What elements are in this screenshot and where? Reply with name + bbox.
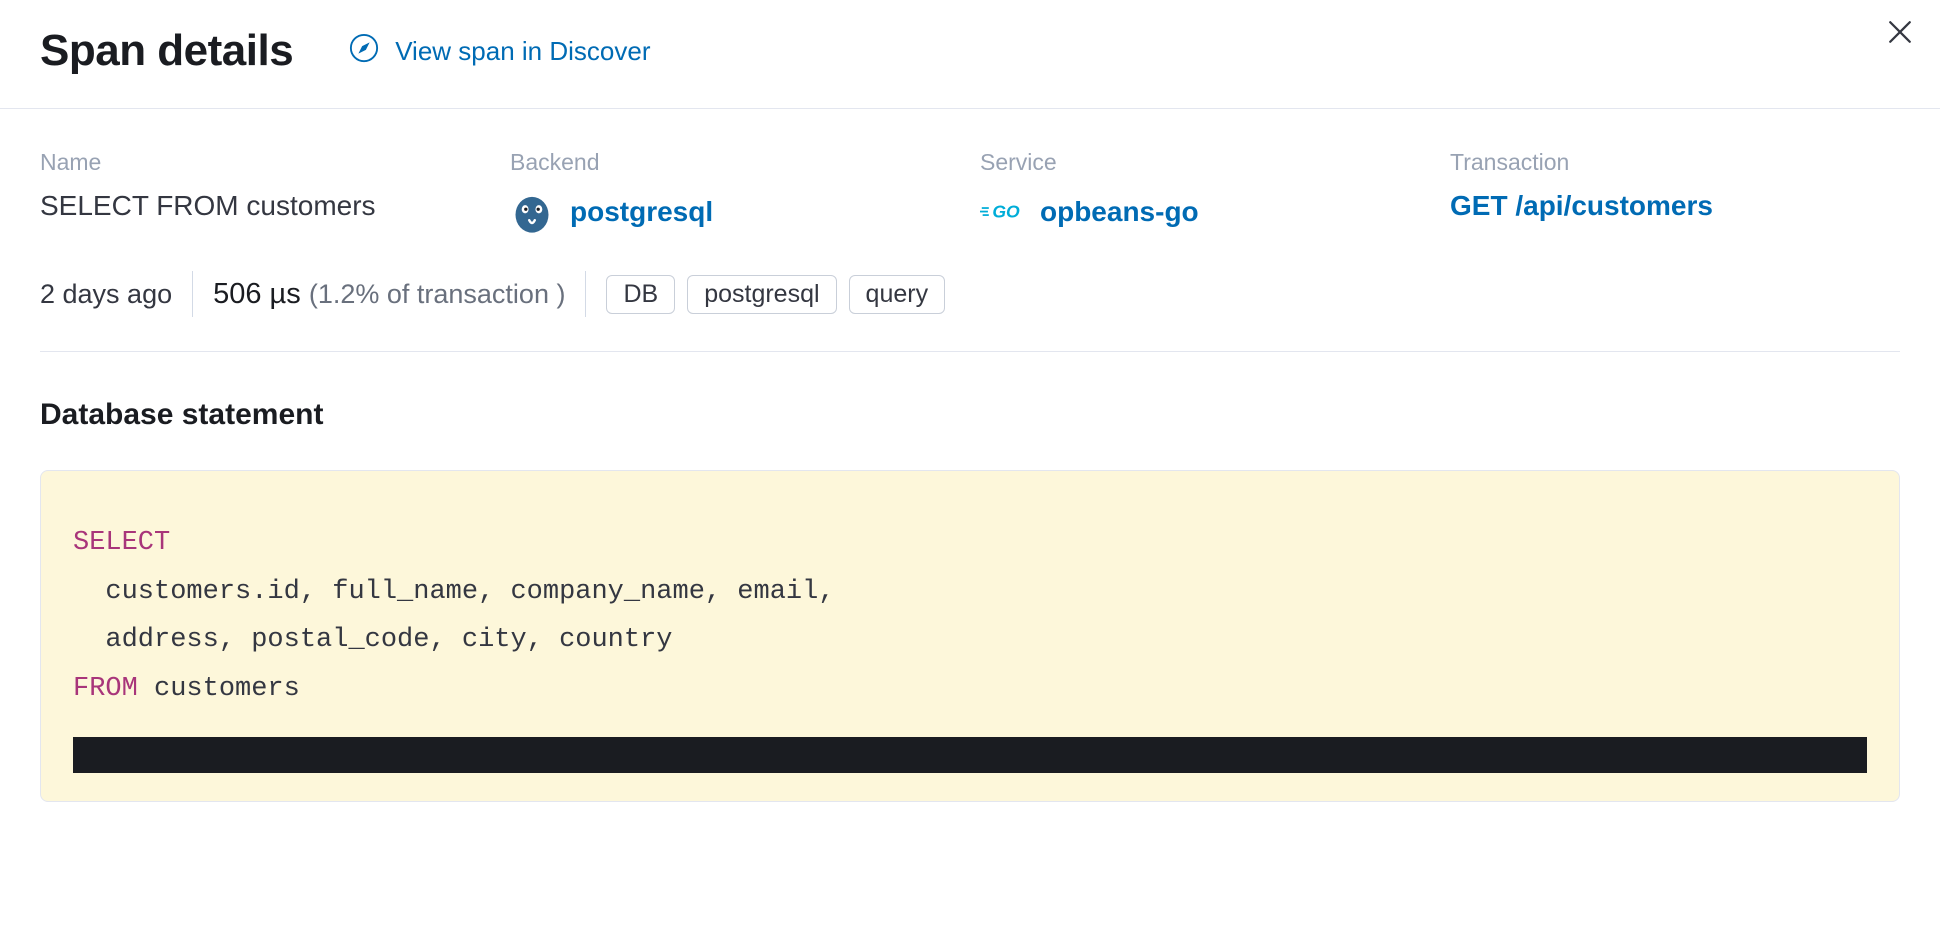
meta-name: Name SELECT FROM customers [40, 149, 490, 239]
meta-grid: Name SELECT FROM customers Backend [40, 149, 1900, 239]
view-in-discover-link[interactable]: View span in Discover [349, 33, 650, 70]
stats-row: 2 days ago 506 µs (1.2% of transaction )… [40, 271, 1900, 352]
meta-service: Service GO opbeans-go [980, 149, 1430, 239]
compass-icon [349, 33, 379, 70]
timestamp: 2 days ago [40, 279, 172, 310]
go-icon: GO [980, 190, 1024, 234]
db-statement-code[interactable]: SELECT customers.id, full_name, company_… [40, 470, 1900, 802]
discover-link-label: View span in Discover [395, 36, 650, 67]
transaction-link-label: GET /api/customers [1450, 190, 1713, 222]
flyout-body: Name SELECT FROM customers Backend [0, 109, 1940, 946]
divider [585, 271, 586, 317]
meta-transaction: Transaction GET /api/customers [1450, 149, 1900, 239]
tag: postgresql [687, 275, 836, 314]
transaction-link[interactable]: GET /api/customers [1450, 190, 1713, 222]
redacted-line [73, 737, 1867, 773]
duration-pct: (1.2% of transaction ) [309, 279, 566, 309]
sql-keyword: SELECT [73, 528, 170, 558]
meta-service-label: Service [980, 149, 1430, 176]
span-details-flyout: Span details View span in Discover Nam [0, 0, 1940, 946]
sql-line: customers.id, full_name, company_name, e… [73, 568, 1867, 617]
duration-value: 506 µs [213, 278, 301, 310]
backend-link-label: postgresql [570, 196, 713, 228]
svg-text:GO: GO [992, 202, 1020, 222]
tag-list: DB postgresql query [606, 275, 945, 314]
close-button[interactable] [1884, 18, 1916, 50]
meta-name-label: Name [40, 149, 490, 176]
meta-backend-label: Backend [510, 149, 960, 176]
backend-link[interactable]: postgresql [510, 190, 713, 234]
flyout-header: Span details View span in Discover [0, 0, 1940, 109]
tag: query [849, 275, 946, 314]
divider [192, 271, 193, 317]
postgresql-icon [510, 190, 554, 234]
service-link-label: opbeans-go [1040, 196, 1199, 228]
meta-backend: Backend postgresql [510, 149, 960, 239]
tag: DB [606, 275, 675, 314]
duration: 506 µs (1.2% of transaction ) [213, 278, 565, 311]
meta-name-value: SELECT FROM customers [40, 190, 490, 222]
close-icon [1887, 19, 1913, 50]
sql-keyword: FROM [73, 674, 138, 704]
service-link[interactable]: GO opbeans-go [980, 190, 1199, 234]
sql-text: customers [138, 674, 300, 704]
page-title: Span details [40, 26, 293, 76]
db-statement-heading: Database statement [40, 398, 1900, 432]
meta-transaction-label: Transaction [1450, 149, 1900, 176]
sql-line: address, postal_code, city, country [73, 616, 1867, 665]
